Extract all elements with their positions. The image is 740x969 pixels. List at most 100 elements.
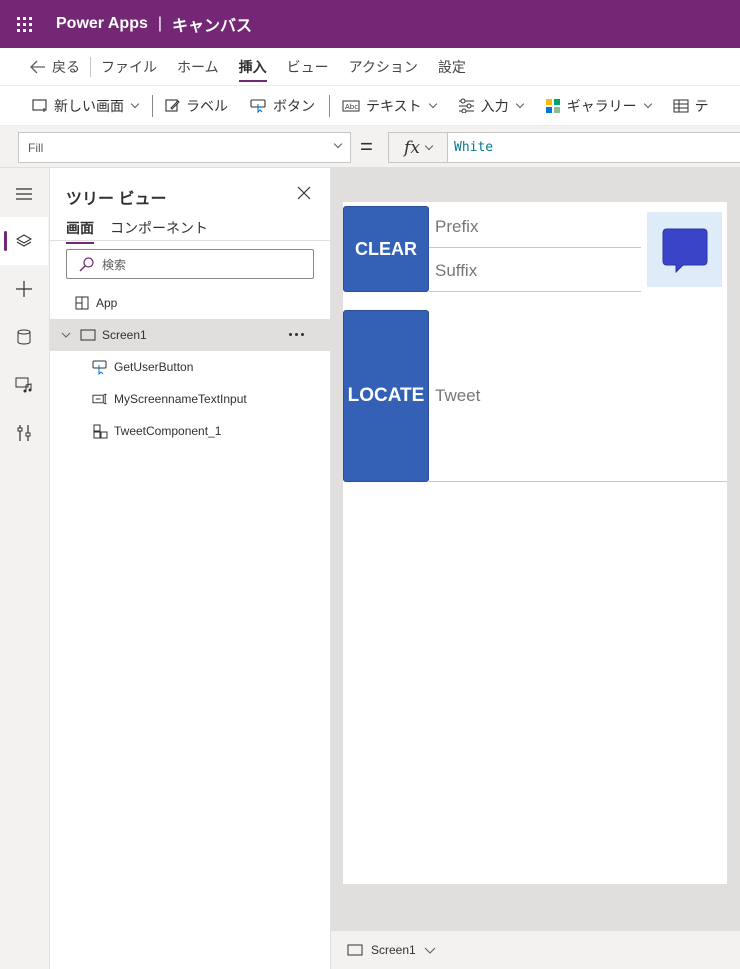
- clear-button[interactable]: CLEAR: [343, 206, 429, 292]
- equals-sign: =: [360, 134, 373, 159]
- gallery-button[interactable]: ギャラリー: [545, 96, 652, 116]
- command-divider: [152, 94, 153, 117]
- menu-bar: 戻る ファイル ホーム 挿入 ビュー アクション 設定: [0, 48, 740, 86]
- suffix-input[interactable]: Suffix: [429, 250, 641, 292]
- pencil-icon: [165, 99, 180, 112]
- table-icon: [673, 99, 689, 112]
- app-header: Power Apps | キャンバス: [0, 0, 740, 48]
- app-name: Power Apps: [56, 15, 148, 32]
- input-label: 入力: [480, 97, 509, 114]
- studio-name: キャンバス: [172, 18, 253, 35]
- formula-input[interactable]: White: [448, 132, 740, 163]
- menu-home[interactable]: ホーム: [177, 48, 219, 86]
- chevron-down-icon: [515, 99, 524, 108]
- app-icon: [74, 295, 90, 311]
- chevron-down-icon: [428, 99, 437, 108]
- tree-view-pane: ツリー ビュー 画面 コンポーネント 検索 App Screen1 GetUse…: [50, 168, 331, 969]
- gallery-icon: [545, 98, 560, 113]
- input-button[interactable]: 入力: [458, 96, 524, 116]
- app-title: Power Apps | キャンバス: [56, 12, 252, 36]
- status-bar: Screen1: [331, 930, 740, 969]
- hamburger-button[interactable]: [0, 170, 48, 218]
- property-dropdown[interactable]: Fill: [18, 132, 351, 163]
- tweet-input[interactable]: Tweet: [429, 310, 727, 482]
- new-screen-label: 新しい画面: [54, 97, 124, 114]
- menu-file[interactable]: ファイル: [101, 48, 157, 86]
- chevron-down-icon: [130, 99, 140, 108]
- tree-node-app[interactable]: App: [50, 287, 330, 319]
- component-icon: [92, 423, 108, 439]
- chevron-down-icon: [643, 99, 652, 108]
- search-placeholder: 検索: [102, 257, 127, 272]
- speech-bubble-icon: [662, 228, 707, 273]
- chevron-down-icon[interactable]: [424, 947, 436, 954]
- formula-bar: Fill = fx White: [0, 126, 740, 168]
- sliders-icon: [458, 98, 474, 113]
- app-screen[interactable]: CLEAR Prefix Suffix LOCATE Tweet: [343, 202, 727, 884]
- plus-icon: [16, 281, 32, 297]
- data-button[interactable]: [0, 313, 48, 361]
- menu-view[interactable]: ビュー: [287, 48, 329, 86]
- tweet-component[interactable]: [647, 212, 722, 287]
- back-button[interactable]: 戻る: [30, 48, 80, 86]
- menu-divider: [90, 56, 91, 77]
- left-rail: [0, 168, 50, 969]
- media-button[interactable]: [0, 361, 48, 409]
- back-arrow-icon: [30, 60, 45, 73]
- layers-icon: [16, 234, 32, 247]
- tree-view-button[interactable]: [0, 217, 48, 265]
- database-icon: [17, 329, 31, 345]
- tree-node-getuserbutton[interactable]: GetUserButton: [50, 351, 330, 383]
- tree-node-label: MyScreennameTextInput: [114, 392, 247, 406]
- fx-button[interactable]: fx: [388, 132, 448, 163]
- tree-node-screen[interactable]: Screen1: [50, 319, 330, 351]
- close-icon: [297, 186, 311, 200]
- new-screen-icon: [32, 98, 47, 112]
- tree-view-title: ツリー ビュー: [66, 191, 167, 208]
- chevron-down-icon: [333, 139, 343, 149]
- insert-button[interactable]: [0, 265, 48, 313]
- screen-icon: [347, 944, 363, 956]
- property-value: Fill: [28, 140, 44, 155]
- menu-settings[interactable]: 設定: [438, 48, 466, 86]
- more-options-icon[interactable]: [289, 333, 304, 336]
- label-button[interactable]: ラベル: [165, 96, 228, 116]
- fx-icon: fx: [404, 137, 420, 158]
- text-button[interactable]: Abc テキスト: [342, 96, 437, 116]
- button-label: ボタン: [273, 97, 315, 114]
- tree-node-label: TweetComponent_1: [114, 424, 222, 438]
- cursor-button-icon: [250, 99, 266, 113]
- tools-button[interactable]: [0, 409, 48, 457]
- menu-insert[interactable]: 挿入: [238, 48, 267, 86]
- tree-divider: [50, 240, 330, 241]
- back-label: 戻る: [52, 58, 80, 75]
- text-input-icon: Abc: [342, 100, 360, 111]
- locate-button[interactable]: LOCATE: [343, 310, 429, 482]
- media-icon: [15, 377, 32, 393]
- close-button[interactable]: [297, 186, 313, 202]
- command-divider: [329, 94, 330, 117]
- tools-icon: [17, 425, 31, 441]
- current-screen-label[interactable]: Screen1: [371, 943, 416, 957]
- tree-node-label: App: [96, 296, 118, 310]
- screen-icon: [80, 327, 96, 343]
- chevron-down-icon: [424, 141, 434, 150]
- button-control-icon: [92, 359, 108, 375]
- search-icon: [79, 256, 94, 271]
- label-label: ラベル: [186, 97, 228, 114]
- text-label: テキスト: [366, 97, 422, 114]
- tree-node-label: GetUserButton: [114, 360, 194, 374]
- menu-action[interactable]: アクション: [349, 48, 418, 86]
- new-screen-button[interactable]: 新しい画面: [32, 96, 140, 116]
- tree-node-textinput[interactable]: MyScreennameTextInput: [50, 383, 330, 415]
- svg-text:Abc: Abc: [345, 103, 358, 111]
- button-button[interactable]: ボタン: [250, 96, 315, 116]
- tree-node-component[interactable]: TweetComponent_1: [50, 415, 330, 447]
- table-button[interactable]: テ: [673, 96, 709, 116]
- prefix-input[interactable]: Prefix: [429, 206, 641, 248]
- text-input-control-icon: [92, 391, 108, 407]
- app-launcher-icon[interactable]: [0, 0, 48, 48]
- tree-search-input[interactable]: 検索: [66, 249, 314, 279]
- chevron-down-icon[interactable]: [58, 327, 74, 343]
- gallery-label: ギャラリー: [566, 97, 637, 114]
